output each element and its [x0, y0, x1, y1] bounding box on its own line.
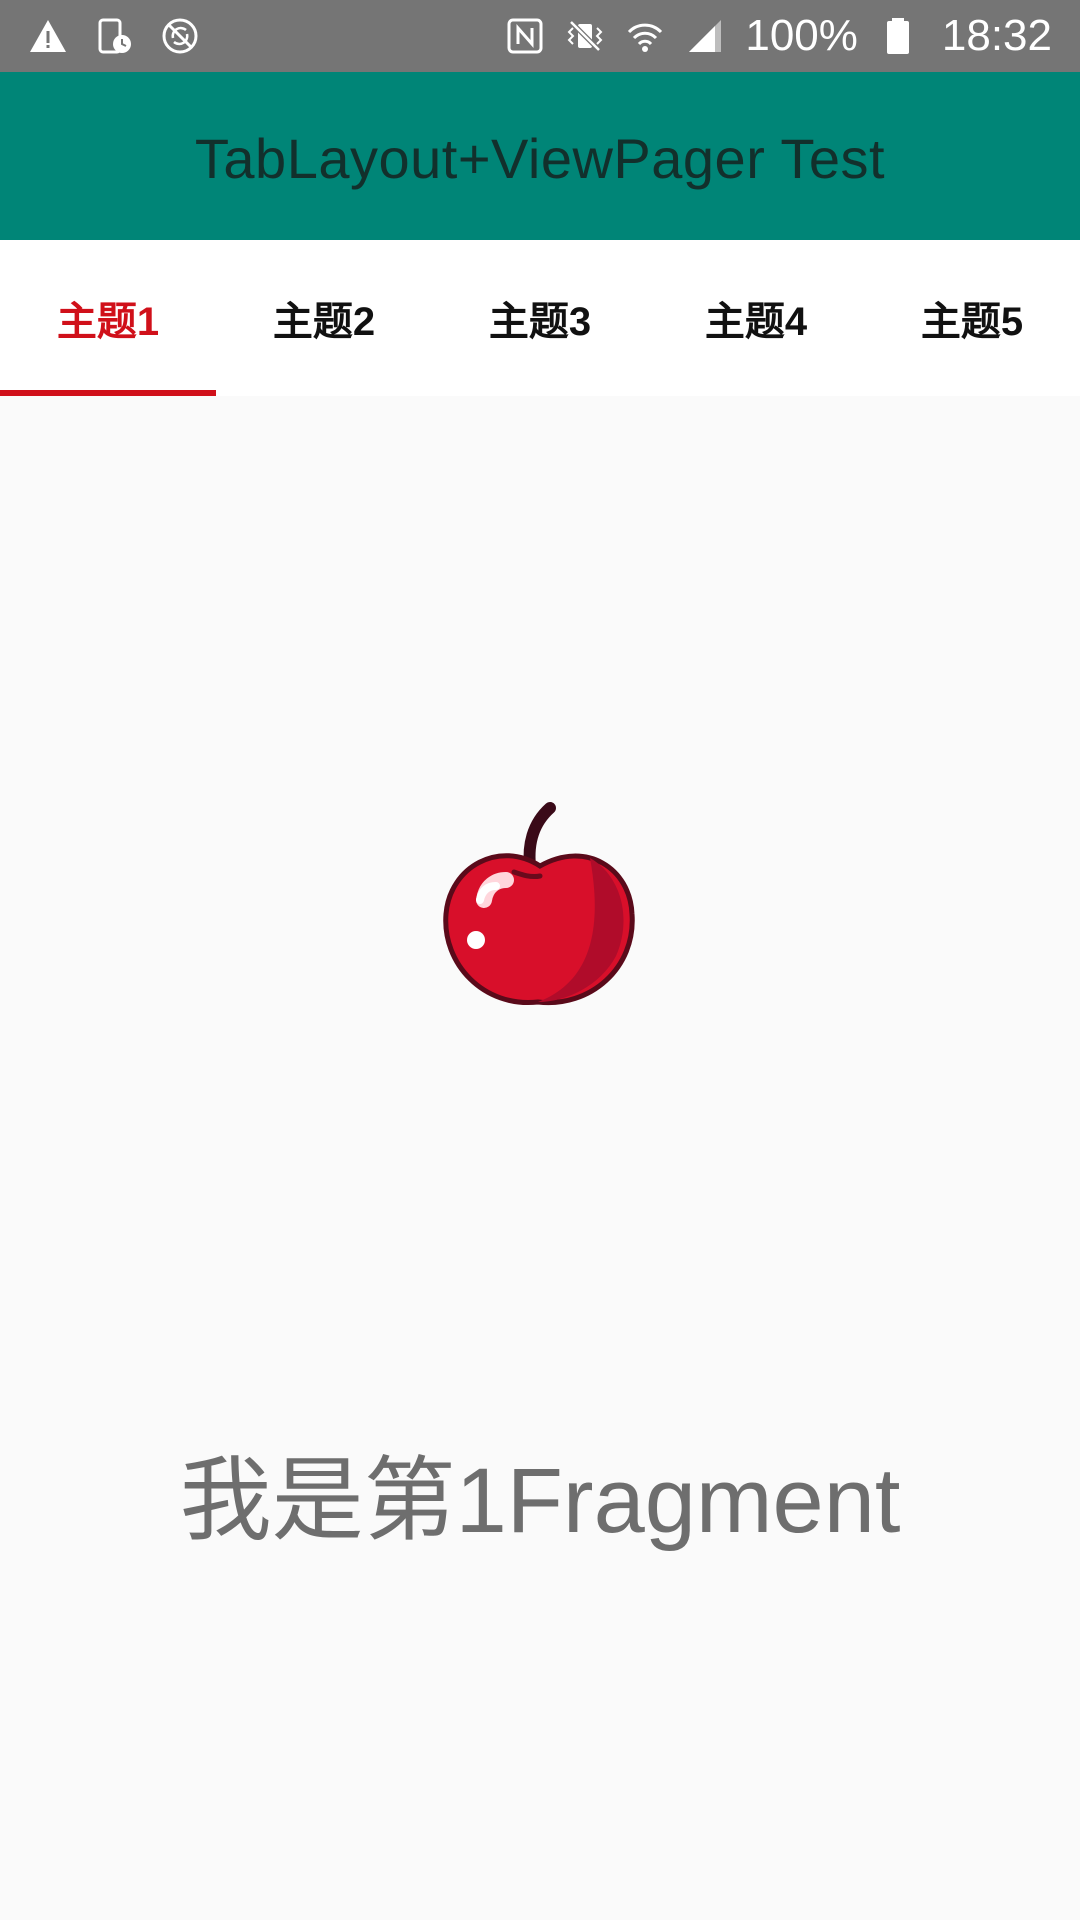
- battery-percentage: 100%: [745, 11, 858, 60]
- tab-label: 主题1: [56, 300, 160, 344]
- tab-label: 主题5: [920, 300, 1024, 344]
- nfc-icon: [505, 16, 545, 56]
- tab-topic-1[interactable]: 主题1: [0, 240, 216, 396]
- device-clock-icon: [94, 16, 134, 56]
- app-bar: TabLayout+ViewPager Test: [0, 72, 1080, 240]
- status-clock: 18:32: [941, 11, 1052, 60]
- tab-label: 主题2: [272, 300, 376, 344]
- battery-icon: [878, 16, 918, 56]
- tab-topic-3[interactable]: 主题3: [432, 240, 648, 396]
- tab-topic-4[interactable]: 主题4: [648, 240, 864, 396]
- warning-icon: [28, 16, 68, 56]
- app-title: TabLayout+ViewPager Test: [194, 127, 886, 190]
- signal-icon: [685, 16, 725, 56]
- vibrate-icon: [565, 16, 605, 56]
- wifi-icon: [625, 16, 665, 56]
- tab-topic-5[interactable]: 主题5: [864, 240, 1080, 396]
- status-left-icons: [28, 14, 200, 58]
- tab-label: 主题4: [704, 300, 808, 344]
- status-right-icons: 100% 18:32: [505, 10, 1052, 62]
- no-sync-icon: [160, 16, 200, 56]
- status-bar: 100% 18:32: [0, 0, 1080, 72]
- tab-label: 主题3: [488, 300, 592, 344]
- fragment-label: 我是第1Fragment: [179, 1450, 901, 1552]
- tab-bar: 主题1 主题2 主题3 主题4 主题5: [0, 240, 1080, 396]
- apple-icon: [440, 796, 640, 1016]
- tab-topic-2[interactable]: 主题2: [216, 240, 432, 396]
- fragment-content: 我是第1Fragment: [0, 396, 1080, 1920]
